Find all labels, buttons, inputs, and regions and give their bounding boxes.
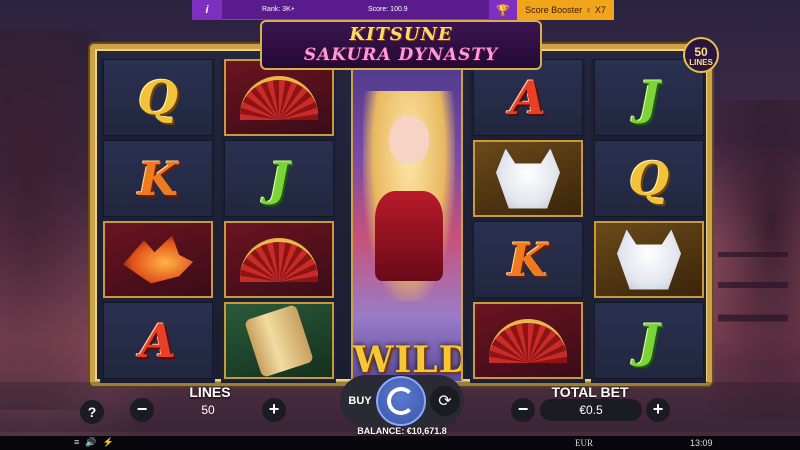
symbol-q: Q xyxy=(594,140,704,217)
scroll-icon xyxy=(244,303,314,378)
info-icon: i xyxy=(205,3,209,16)
help-button[interactable]: ? xyxy=(80,400,104,424)
symbol-mask xyxy=(473,140,583,217)
score-label: Score: 100.9 xyxy=(368,6,408,13)
bet-minus-button[interactable]: − xyxy=(511,398,535,422)
lines-minus-button[interactable]: − xyxy=(130,398,154,422)
booster-label: Score Booster xyxy=(525,5,583,15)
kitsune-mask-icon xyxy=(617,229,681,290)
score-bar: i Rank: 3K+ Score: 100.9 🏆 Score Booster… xyxy=(192,0,614,20)
lines-badge: 50 LINES xyxy=(683,37,719,73)
reel-frame: Q K A J WILD A K J Q J xyxy=(90,44,712,386)
symbol-j: J xyxy=(594,59,704,136)
symbol-j: J xyxy=(594,302,704,379)
spin-icon xyxy=(387,387,415,415)
symbol-q: Q xyxy=(103,59,213,136)
symbol-scroll xyxy=(224,302,334,379)
symbol-fan xyxy=(224,221,334,298)
reel-2: J xyxy=(221,59,336,383)
reel-5: J Q J xyxy=(591,59,706,383)
bet-plus-button[interactable]: + xyxy=(646,398,670,422)
booster-multiplier: X7 xyxy=(594,5,606,15)
system-bar: ≡ 🔊 ⚡ EUR 13:09 xyxy=(0,436,800,450)
balance-label: BALANCE: €10,671.8 xyxy=(357,426,447,436)
booster-icon: ♀ xyxy=(585,5,592,15)
rank-label: Rank: 3K+ xyxy=(262,6,295,13)
symbol-fox xyxy=(103,221,213,298)
fan-icon xyxy=(240,237,318,282)
symbol-k: K xyxy=(103,140,213,217)
kitsune-dress xyxy=(375,191,443,281)
lines-badge-label: LINES xyxy=(689,58,713,68)
score-booster[interactable]: Score Booster ♀ X7 xyxy=(517,0,614,20)
kitsune-face xyxy=(389,116,429,164)
cherry-tree-left xyxy=(0,30,100,410)
menu-icon[interactable]: ≡ xyxy=(74,437,79,448)
game-logo: KITSUNE SAKURA DYNASTY xyxy=(260,20,542,70)
trophy-button[interactable]: 🏆 xyxy=(489,0,517,20)
trophy-icon: 🏆 xyxy=(496,4,510,17)
symbol-fan xyxy=(473,302,583,379)
sound-icon[interactable]: 🔊 xyxy=(85,437,96,448)
total-bet-title: TOTAL BET xyxy=(551,384,629,400)
reel-1: Q K A xyxy=(100,59,215,383)
logo-title: KITSUNE xyxy=(349,24,453,45)
symbol-k: K xyxy=(473,221,583,298)
reel-4: A K xyxy=(470,59,585,383)
wild-reel: WILD xyxy=(351,59,463,383)
autoplay-button[interactable]: ⟳ xyxy=(430,386,460,416)
buy-button[interactable]: BUY xyxy=(342,386,378,416)
spin-button[interactable] xyxy=(376,376,426,426)
total-bet-value: €0.5 xyxy=(540,399,642,421)
fan-icon xyxy=(489,318,567,363)
autoplay-icon: ⟳ xyxy=(438,393,452,410)
clock-label: 13:09 xyxy=(690,438,713,448)
symbol-j: J xyxy=(224,140,334,217)
lines-title: LINES xyxy=(189,384,231,400)
currency-label: EUR xyxy=(575,438,593,448)
info-button[interactable]: i xyxy=(192,0,222,20)
kitsune-mask-icon xyxy=(496,148,560,209)
lines-value: 50 xyxy=(201,403,215,417)
logo-subtitle: SAKURA DYNASTY xyxy=(303,45,499,65)
symbol-fan xyxy=(224,59,334,136)
fox-icon xyxy=(123,235,193,284)
turbo-icon[interactable]: ⚡ xyxy=(102,437,113,448)
lines-plus-button[interactable]: + xyxy=(262,398,286,422)
symbol-mask xyxy=(594,221,704,298)
symbol-a: A xyxy=(103,302,213,379)
fan-icon xyxy=(240,75,318,120)
symbol-a: A xyxy=(473,59,583,136)
system-icons: ≡ 🔊 ⚡ xyxy=(74,437,114,448)
pagoda-silhouette xyxy=(718,240,788,360)
